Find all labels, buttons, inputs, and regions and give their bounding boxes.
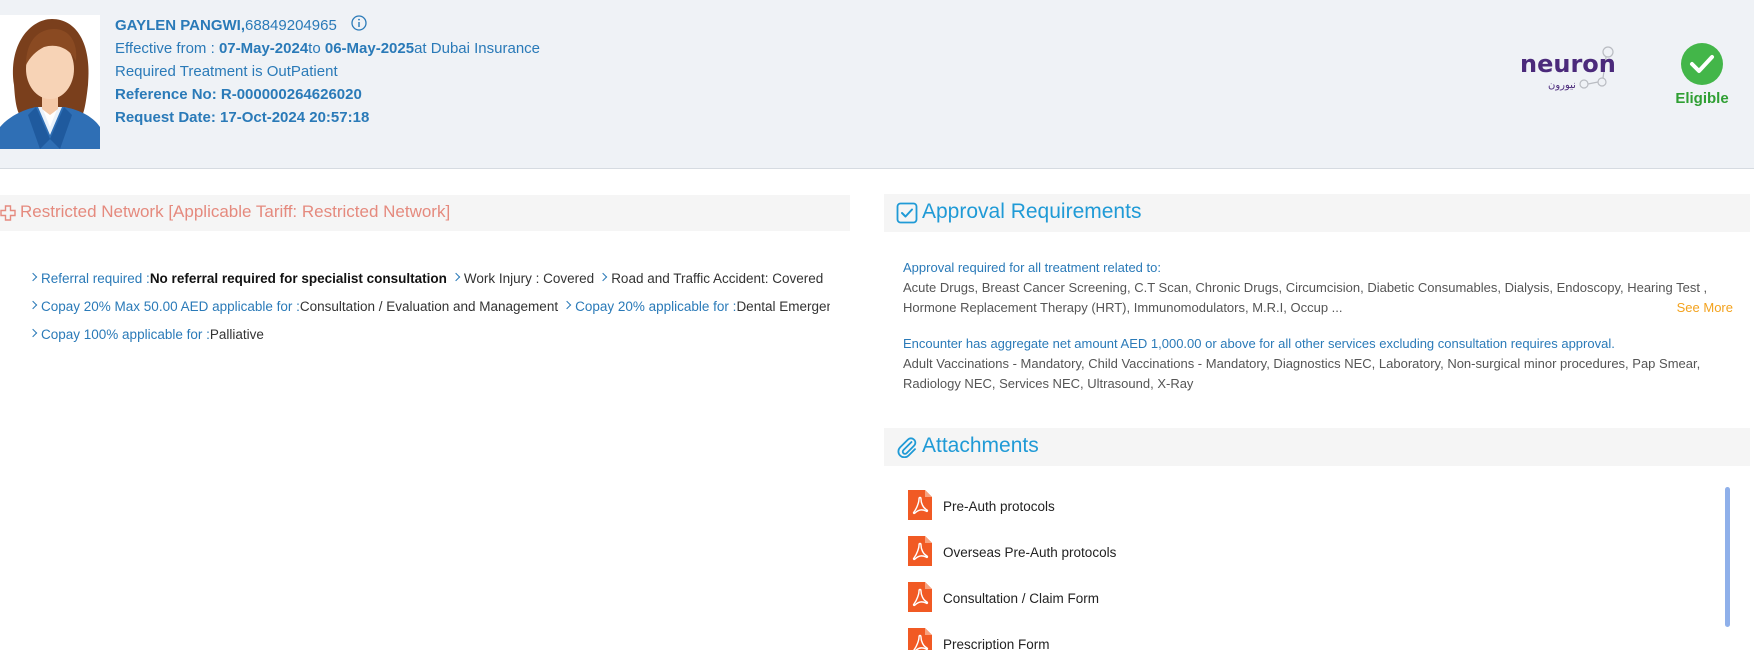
network-header: Restricted Network [Applicable Tariff: R…: [0, 195, 850, 231]
chevron-right-icon: [451, 272, 461, 282]
attachments-list: Pre-Auth protocols Overseas Pre-Auth prot…: [908, 490, 1718, 650]
checkbox-icon: [896, 202, 918, 224]
attachment-name: Prescription Form: [943, 637, 1050, 650]
effective-period: Effective from : 07-May-2024to 06-May-20…: [115, 37, 540, 60]
approval-group2: Encounter has aggregate net amount AED 1…: [903, 334, 1733, 394]
benefit-label: Copay 20% Max 50.00 AED applicable for :: [41, 299, 300, 314]
benefit-label: Copay 100% applicable for :: [41, 327, 210, 342]
effective-end: 06-May-2025: [324, 40, 415, 57]
reference-number: Reference No: R-000000264626020: [115, 86, 362, 103]
benefit-label: Referral required :: [41, 271, 150, 286]
benefit-item: Copay 20% Max 50.00 AED applicable for :…: [30, 296, 558, 318]
neuron-logo-image: neuron نيورون: [1520, 46, 1616, 91]
benefits-list: Referral required :No referral required …: [30, 268, 830, 352]
pdf-file-icon: [908, 490, 932, 520]
insurer-name: at Dubai Insurance: [414, 40, 541, 57]
logo-subtext: نيورون: [1548, 80, 1576, 91]
paperclip-icon: [897, 437, 917, 458]
approval-group1-heading: Approval required for all treatment rela…: [903, 260, 1161, 275]
request-date: Request Date: 17-Oct-2024 20:57:18: [115, 109, 370, 126]
benefit-value: Road and Traffic Accident: Covered: [611, 271, 824, 286]
medical-cross-icon: [0, 205, 16, 221]
attachment-name: Pre-Auth protocols: [943, 499, 1055, 514]
benefit-value: No referral required for specialist cons…: [149, 271, 447, 286]
benefit-value: Palliative: [209, 327, 264, 342]
approval-group2-heading: Encounter has aggregate net amount AED 1…: [903, 336, 1615, 351]
avatar-image: [0, 15, 100, 149]
neuron-logo: neuron نيورون: [1518, 44, 1628, 94]
benefit-value: Dental Emergency: [736, 299, 830, 314]
attachments-header: Attachments: [884, 428, 1750, 466]
member-id: 68849204965: [245, 17, 337, 34]
logo-text: neuron: [1520, 50, 1616, 78]
member-header: GAYLEN PANGWI,68849204965 Effective from…: [0, 0, 1754, 169]
treatment-type: Required Treatment is OutPatient: [115, 63, 338, 80]
effective-label: Effective from :: [115, 40, 219, 57]
benefit-row: Referral required :No referral required …: [30, 268, 830, 296]
pdf-file-icon: [908, 536, 932, 566]
benefit-item: Road and Traffic Accident: Covered: [598, 268, 824, 290]
approval-header: Approval Requirements: [884, 194, 1750, 232]
attachment-name: Overseas Pre-Auth protocols: [943, 545, 1117, 560]
patient-details: GAYLEN PANGWI,68849204965 Effective from…: [115, 14, 540, 129]
approval-group1-text: Acute Drugs, Breast Cancer Screening, C.…: [903, 280, 1708, 315]
approval-title: Approval Requirements: [922, 200, 1142, 223]
benefit-row: Copay 100% applicable for :Palliative: [30, 324, 830, 352]
chevron-right-icon: [30, 300, 38, 310]
chevron-right-icon: [30, 328, 38, 338]
chevron-right-icon: [598, 272, 608, 282]
check-circle-icon: [1681, 43, 1723, 85]
attachments-title: Attachments: [922, 434, 1039, 457]
benefit-value: Consultation / Evaluation and Management: [299, 299, 559, 314]
effective-to: to: [308, 40, 325, 57]
benefit-item: Copay 100% applicable for :Palliative: [30, 324, 264, 346]
eligibility-status: Eligible: [1670, 42, 1734, 107]
benefit-item: Work Injury : Covered: [451, 268, 595, 290]
benefit-value: Work Injury : Covered: [463, 271, 595, 286]
pdf-file-icon: [908, 582, 932, 612]
chevron-right-icon: [562, 300, 572, 310]
benefit-item: Copay 20% applicable for :Dental Emergen…: [562, 296, 830, 318]
eligibility-label: Eligible: [1675, 90, 1729, 107]
attachments-scrollbar[interactable]: [1725, 487, 1730, 627]
approval-group2-text: Adult Vaccinations - Mandatory, Child Va…: [903, 356, 1701, 391]
network-title: Restricted Network [Applicable Tariff: R…: [20, 202, 451, 221]
benefit-item: Referral required :No referral required …: [30, 268, 447, 290]
approval-requirements: Approval required for all treatment rela…: [903, 258, 1733, 394]
attachment-name: Consultation / Claim Form: [943, 591, 1100, 606]
benefit-label: Copay 20% applicable for :: [575, 299, 737, 314]
effective-start: 07-May-2024: [218, 40, 309, 57]
patient-name: GAYLEN PANGWI,: [115, 17, 246, 34]
pdf-file-icon: [908, 628, 932, 650]
benefit-row: Copay 20% Max 50.00 AED applicable for :…: [30, 296, 830, 324]
see-more-link[interactable]: See More: [1677, 298, 1733, 318]
patient-avatar: [0, 15, 100, 149]
patient-name-row: GAYLEN PANGWI,68849204965: [115, 14, 540, 37]
info-icon[interactable]: [351, 14, 367, 38]
chevron-right-icon: [30, 272, 38, 282]
